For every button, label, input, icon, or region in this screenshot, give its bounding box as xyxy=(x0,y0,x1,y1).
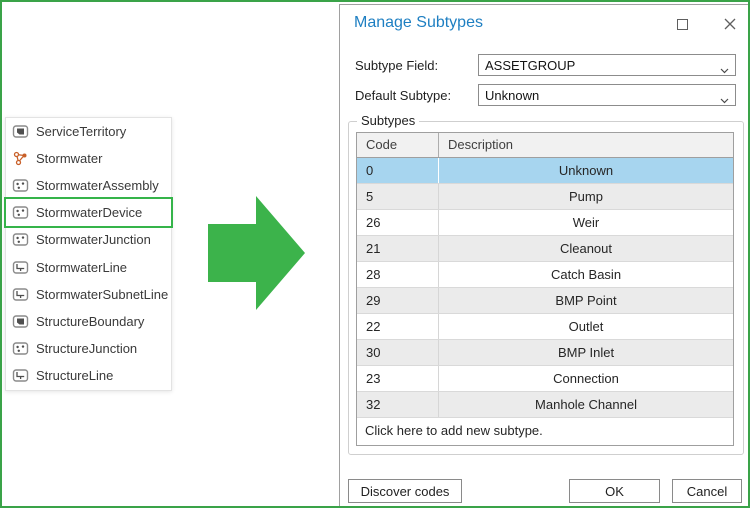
default-subtype-dropdown[interactable]: Unknown xyxy=(478,84,736,106)
add-subtype-row[interactable]: Click here to add new subtype. xyxy=(357,418,733,445)
layer-item-StormwaterDevice[interactable]: StormwaterDevice xyxy=(6,199,171,227)
table-row[interactable]: 21 Cleanout xyxy=(357,236,733,262)
layer-item-label: StructureLine xyxy=(36,367,114,383)
point-icon xyxy=(12,177,29,194)
subtype-field-dropdown[interactable]: ASSETGROUP xyxy=(478,54,736,76)
subtype-field-value: ASSETGROUP xyxy=(485,57,576,73)
point-icon xyxy=(12,204,29,221)
line-icon xyxy=(12,367,29,384)
table-row[interactable]: 28 Catch Basin xyxy=(357,262,733,288)
cell-code[interactable]: 0 xyxy=(357,158,439,183)
cancel-button[interactable]: Cancel xyxy=(672,479,742,503)
line-icon xyxy=(12,259,29,276)
table-row[interactable]: 29 BMP Point xyxy=(357,288,733,314)
column-header-code: Code xyxy=(357,133,439,157)
subtype-field-label: Subtype Field: xyxy=(355,58,439,73)
layer-item-StructureJunction[interactable]: StructureJunction xyxy=(6,334,171,362)
discover-codes-button[interactable]: Discover codes xyxy=(348,479,462,503)
table-row[interactable]: 30 BMP Inlet xyxy=(357,340,733,366)
layer-item-StormwaterSubnetLine[interactable]: StormwaterSubnetLine xyxy=(6,280,171,308)
layer-item-label: ServiceTerritory xyxy=(36,124,127,140)
point-icon xyxy=(12,340,29,357)
cell-description[interactable]: Connection xyxy=(439,366,733,391)
cell-code[interactable]: 26 xyxy=(357,210,439,235)
point-icon xyxy=(12,231,29,248)
table-row[interactable]: 5 Pump xyxy=(357,184,733,210)
chevron-down-icon xyxy=(720,62,729,77)
maximize-button[interactable] xyxy=(673,15,691,33)
ok-button[interactable]: OK xyxy=(569,479,660,503)
cell-description[interactable]: BMP Inlet xyxy=(439,340,733,365)
layer-item-label: Stormwater xyxy=(36,151,103,167)
layer-list: ServiceTerritory Stormwater StormwaterAsse… xyxy=(5,117,172,391)
layer-item-label: StormwaterSubnetLine xyxy=(36,286,169,302)
screenshot-frame: ServiceTerritory Stormwater StormwaterAsse… xyxy=(0,0,750,508)
layer-item-label: StormwaterAssembly xyxy=(36,178,159,194)
layer-item-StructureLine[interactable]: StructureLine xyxy=(6,361,171,389)
close-button[interactable] xyxy=(721,15,739,33)
cell-code[interactable]: 32 xyxy=(357,392,439,417)
layer-item-StormwaterLine[interactable]: StormwaterLine xyxy=(6,253,171,281)
cell-description[interactable]: Catch Basin xyxy=(439,262,733,287)
layer-item-label: StormwaterLine xyxy=(36,259,128,275)
cell-code[interactable]: 22 xyxy=(357,314,439,339)
subtypes-group-label: Subtypes xyxy=(357,113,420,128)
subtypes-groupbox: Subtypes Code Description 0 Unknown 5 Pump 26 W… xyxy=(348,113,744,455)
cell-code[interactable]: 28 xyxy=(357,262,439,287)
cell-description[interactable]: Cleanout xyxy=(439,236,733,261)
arrow-right-icon xyxy=(208,195,306,317)
cell-description[interactable]: Pump xyxy=(439,184,733,209)
table-row[interactable]: 26 Weir xyxy=(357,210,733,236)
subtypes-table: Code Description 0 Unknown 5 Pump 26 Weir 21 Clea… xyxy=(356,132,734,446)
layer-item-StructureBoundary[interactable]: StructureBoundary xyxy=(6,307,171,335)
cell-code[interactable]: 29 xyxy=(357,288,439,313)
chevron-down-icon xyxy=(720,92,729,107)
layer-item-label: StructureJunction xyxy=(36,340,138,356)
cell-description[interactable]: Manhole Channel xyxy=(439,392,733,417)
table-row[interactable]: 22 Outlet xyxy=(357,314,733,340)
cell-code[interactable]: 21 xyxy=(357,236,439,261)
default-subtype-label: Default Subtype: xyxy=(355,88,452,103)
layer-item-StormwaterAssembly[interactable]: StormwaterAssembly xyxy=(6,172,171,200)
cell-code[interactable]: 30 xyxy=(357,340,439,365)
column-header-description: Description xyxy=(448,137,514,152)
cell-description[interactable]: Outlet xyxy=(439,314,733,339)
layer-item-label: StormwaterJunction xyxy=(36,232,151,248)
layer-item-StormwaterJunction[interactable]: StormwaterJunction xyxy=(6,226,171,254)
polygon-icon xyxy=(12,123,29,140)
dialog-title: Manage Subtypes xyxy=(354,14,483,31)
cell-code[interactable]: 5 xyxy=(357,184,439,209)
table-row[interactable]: 23 Connection xyxy=(357,366,733,392)
cell-description[interactable]: Weir xyxy=(439,210,733,235)
cell-description[interactable]: BMP Point xyxy=(439,288,733,313)
table-row[interactable]: 32 Manhole Channel xyxy=(357,392,733,418)
layer-item-label: StormwaterDevice xyxy=(36,205,143,221)
network-icon xyxy=(12,150,29,167)
layer-item-ServiceTerritory[interactable]: ServiceTerritory xyxy=(6,118,171,146)
table-header: Code Description xyxy=(357,133,733,158)
manage-subtypes-dialog: Manage Subtypes Subtype Field: ASSETGROU… xyxy=(339,4,748,506)
table-row[interactable]: 0 Unknown xyxy=(357,158,733,184)
layer-item-Stormwater[interactable]: Stormwater xyxy=(6,145,171,173)
cell-code[interactable]: 23 xyxy=(357,366,439,391)
polygon-icon xyxy=(12,313,29,330)
line-icon xyxy=(12,286,29,303)
layer-item-label: StructureBoundary xyxy=(36,313,145,329)
cell-description[interactable]: Unknown xyxy=(439,158,733,183)
default-subtype-value: Unknown xyxy=(485,87,540,103)
